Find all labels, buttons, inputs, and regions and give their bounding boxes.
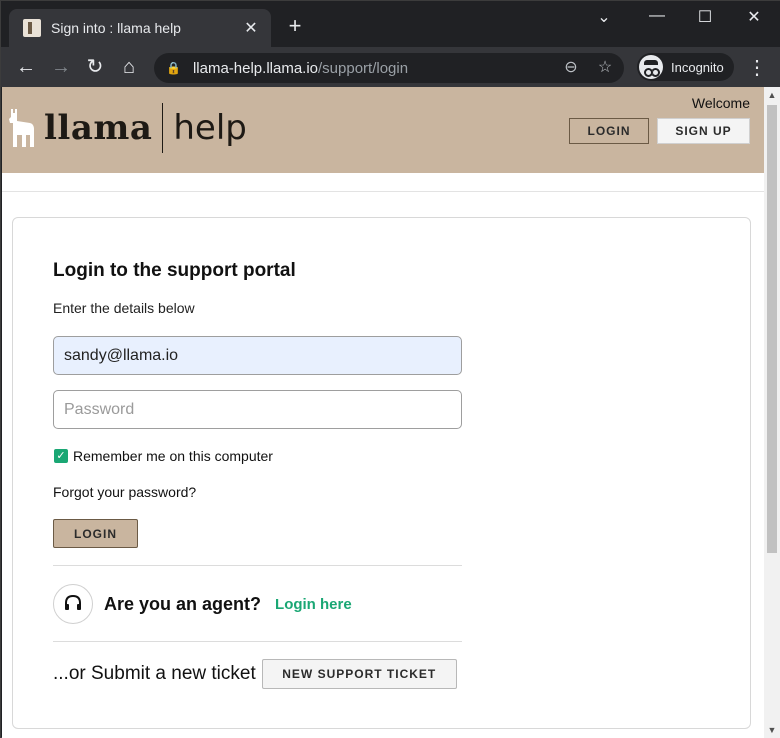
tab-title: Sign into : llama help: [51, 20, 181, 36]
incognito-badge[interactable]: Incognito: [637, 53, 734, 81]
ticket-prompt: ...or Submit a new ticket: [53, 663, 256, 684]
llama-help-logo[interactable]: llama help: [8, 101, 247, 155]
reload-button[interactable]: ↻: [82, 55, 108, 79]
section-divider: [53, 565, 462, 566]
remember-me-checkbox[interactable]: ✓: [54, 449, 68, 463]
incognito-icon: [639, 55, 663, 79]
zoom-icon[interactable]: ⊖: [560, 57, 582, 77]
logo-divider: [162, 103, 164, 153]
browser-tab[interactable]: Sign into : llama help ✕: [9, 9, 271, 47]
maximize-button[interactable]: ☐: [690, 7, 720, 27]
page-viewport: llama help Welcome LOGIN SIGN UP Login t…: [2, 87, 764, 738]
lock-icon[interactable]: 🔒: [166, 61, 181, 75]
agent-login-link[interactable]: Login here: [275, 596, 352, 613]
password-field[interactable]: [53, 390, 462, 429]
address-bar[interactable]: 🔒 llama-help.llama.io/support/login ⊖ ☆: [154, 53, 624, 83]
browser-window: Sign into : llama help ✕ + ⌄ — ☐ ✕ ← → ↻…: [0, 0, 780, 738]
forgot-password-link[interactable]: Forgot your password?: [53, 484, 196, 500]
new-tab-button[interactable]: +: [283, 15, 307, 37]
header-signup-button[interactable]: SIGN UP: [657, 118, 750, 144]
close-window-button[interactable]: ✕: [739, 7, 769, 27]
agent-login-row: Are you an agent? Login here: [53, 584, 352, 624]
vertical-scrollbar[interactable]: ▲ ▼: [764, 87, 780, 738]
home-button[interactable]: ⌂: [116, 55, 142, 79]
form-instructions: Enter the details below: [53, 300, 195, 316]
url-path: /support/login: [318, 59, 409, 77]
login-card: Login to the support portal Enter the de…: [12, 217, 751, 729]
back-button[interactable]: ←: [13, 55, 39, 79]
scroll-up-icon[interactable]: ▲: [764, 87, 780, 103]
section-divider: [53, 641, 462, 642]
scroll-thumb[interactable]: [767, 105, 777, 553]
browser-toolbar: ← → ↻ ⌂ 🔒 llama-help.llama.io/support/lo…: [1, 47, 780, 87]
header-divider: [2, 191, 764, 192]
scroll-down-icon[interactable]: ▼: [764, 722, 780, 738]
browser-menu-icon[interactable]: ⋮: [747, 55, 767, 80]
logo-word-help: help: [173, 108, 247, 148]
headset-icon: [53, 584, 93, 624]
tab-strip: Sign into : llama help ✕ + ⌄ — ☐ ✕: [1, 1, 780, 47]
minimize-button[interactable]: —: [642, 7, 672, 25]
tab-close-icon[interactable]: ✕: [241, 18, 261, 38]
remember-me-label: Remember me on this computer: [73, 448, 273, 464]
tab-search-chevron-icon[interactable]: ⌄: [589, 7, 619, 27]
bookmark-star-icon[interactable]: ☆: [594, 57, 616, 77]
new-support-ticket-button[interactable]: NEW SUPPORT TICKET: [261, 659, 457, 689]
page-title: Login to the support portal: [53, 260, 296, 281]
llama-favicon-icon: [23, 19, 41, 37]
site-header: llama help Welcome LOGIN SIGN UP: [2, 87, 764, 173]
new-ticket-row: ...or Submit a new ticket NEW SUPPORT TI…: [53, 659, 457, 689]
url-host: llama-help.llama.io: [192, 59, 319, 77]
incognito-label: Incognito: [671, 59, 724, 75]
logo-word-llama: llama: [44, 108, 153, 148]
remember-me-row[interactable]: ✓ Remember me on this computer: [54, 448, 273, 464]
agent-question: Are you an agent?: [104, 593, 262, 614]
header-login-button[interactable]: LOGIN: [569, 118, 649, 144]
welcome-text: Welcome: [691, 95, 750, 111]
llama-logo-icon: [9, 109, 34, 147]
forward-button[interactable]: →: [48, 55, 74, 79]
login-button[interactable]: LOGIN: [53, 519, 138, 548]
email-field[interactable]: [53, 336, 462, 375]
